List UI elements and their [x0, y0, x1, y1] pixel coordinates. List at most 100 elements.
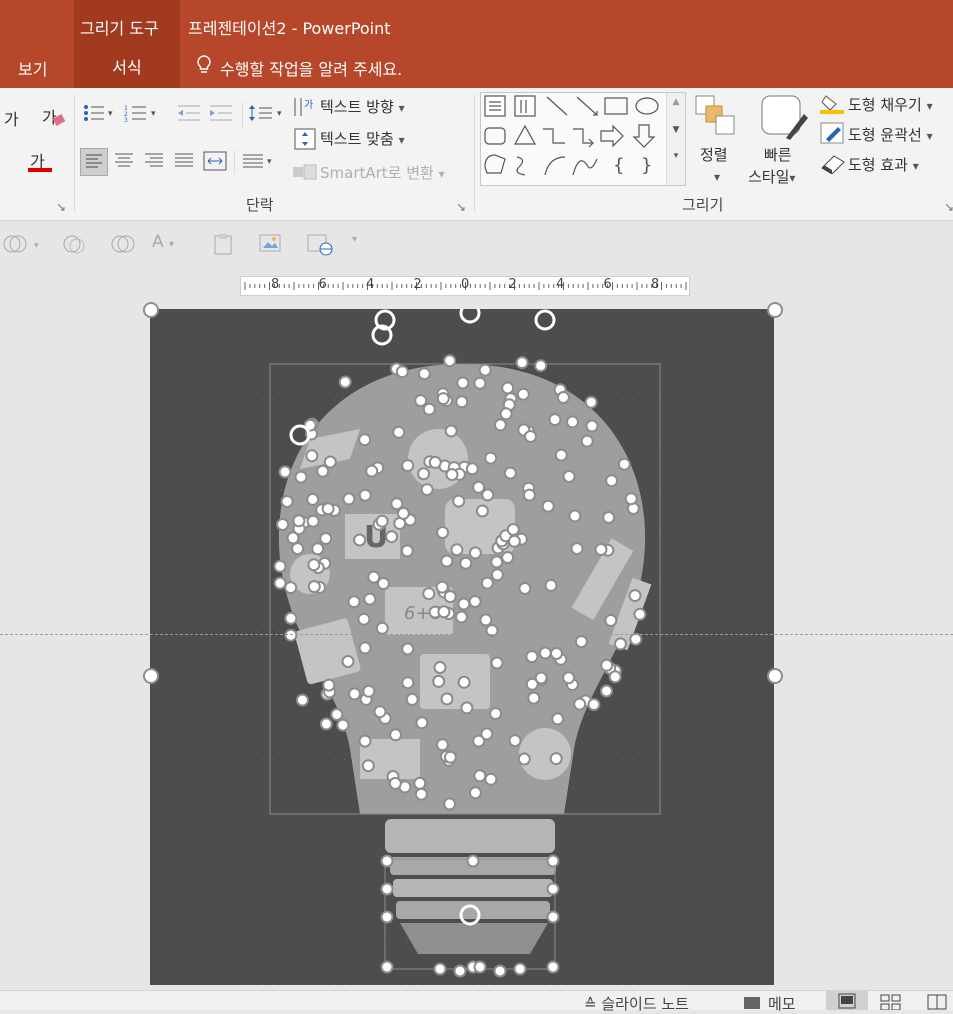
shape-handle[interactable] — [330, 708, 344, 721]
normal-view-button[interactable] — [826, 991, 868, 1010]
shape-handle[interactable] — [490, 568, 504, 582]
shape-outline-button[interactable]: 도형 윤곽선 ▾ — [848, 124, 933, 145]
shape-handle[interactable] — [276, 518, 290, 531]
shape-handle[interactable] — [503, 466, 517, 480]
shape-handle[interactable] — [556, 391, 570, 404]
shape-handle[interactable] — [614, 637, 627, 651]
tab-view[interactable]: 보기 — [18, 56, 47, 80]
shape-handle[interactable] — [380, 960, 394, 974]
align-right-icon[interactable] — [142, 148, 166, 178]
resize-handle-middle-right[interactable] — [767, 668, 783, 684]
shape-handle[interactable] — [507, 534, 521, 548]
shape-handle[interactable] — [546, 854, 560, 868]
shape-handle[interactable] — [550, 647, 563, 660]
shape-handle[interactable] — [414, 394, 428, 408]
shape-handle[interactable] — [437, 605, 451, 619]
shape-handle[interactable] — [534, 359, 548, 373]
shape-handle[interactable] — [534, 671, 548, 685]
font-size-sample[interactable]: 가 — [4, 106, 19, 130]
shape-handle[interactable] — [316, 464, 330, 478]
shape-handle[interactable] — [373, 705, 387, 719]
customize-dropdown-icon[interactable]: ▾ — [352, 234, 357, 245]
shape-handle[interactable] — [515, 356, 529, 370]
shape-handle[interactable] — [566, 415, 579, 429]
shape-handle[interactable] — [617, 457, 631, 471]
shape-handle[interactable] — [600, 684, 613, 698]
shape-handle[interactable] — [608, 670, 622, 684]
shape-handle[interactable] — [600, 658, 614, 672]
shape-handle[interactable] — [348, 687, 361, 701]
shape-handle[interactable] — [286, 531, 300, 545]
shape-handle[interactable] — [468, 546, 482, 560]
shape-handle[interactable] — [306, 492, 320, 506]
shape-handle[interactable] — [400, 544, 414, 558]
shape-handle[interactable] — [548, 413, 562, 427]
shape-handle[interactable] — [433, 661, 447, 674]
shape-handle[interactable] — [562, 671, 576, 685]
shape-handle[interactable] — [440, 692, 454, 706]
shape-handle[interactable] — [457, 675, 471, 689]
shape-handle[interactable] — [465, 462, 479, 476]
shape-handle[interactable] — [284, 611, 298, 625]
tell-me-box[interactable]: 수행할 작업을 알려 주세요. — [220, 56, 402, 80]
comments-button[interactable]: 메모 — [768, 993, 796, 1014]
lightbulb-illustration[interactable]: 6+8 U — [150, 309, 774, 985]
shape-handle[interactable] — [459, 556, 473, 570]
shape-handle[interactable] — [516, 387, 530, 401]
resize-handle-top-right[interactable] — [767, 302, 783, 318]
shape-handle[interactable] — [570, 542, 584, 556]
shape-handle[interactable] — [307, 558, 321, 572]
shape-handle[interactable] — [405, 692, 419, 706]
shape-handle[interactable] — [527, 691, 541, 705]
shape-handle[interactable] — [443, 354, 457, 368]
shape-handle[interactable] — [602, 511, 616, 524]
shape-handle[interactable] — [624, 492, 638, 506]
convert-smartart-button[interactable]: SmartArt로 변환 ▾ — [320, 162, 445, 183]
shape-handle[interactable] — [319, 717, 333, 731]
shape-handle[interactable] — [517, 752, 531, 766]
bullets-icon[interactable]: ▾ — [82, 104, 116, 126]
shape-handle[interactable] — [414, 787, 428, 801]
shape-handle[interactable] — [524, 430, 537, 443]
resize-handle-middle-left[interactable] — [143, 668, 159, 684]
paragraph-dialog-launcher-icon[interactable]: ↘ — [456, 200, 466, 214]
reading-view-icon[interactable] — [924, 993, 950, 1010]
decrease-indent-icon[interactable] — [176, 104, 202, 126]
shape-handle[interactable] — [484, 772, 498, 786]
shape-handle[interactable] — [475, 504, 489, 518]
shape-handle[interactable] — [508, 734, 522, 748]
shape-effects-button[interactable]: 도형 효과 ▾ — [848, 154, 919, 175]
shape-handle[interactable] — [450, 543, 464, 557]
shape-handle[interactable] — [401, 676, 415, 690]
shape-handle[interactable] — [358, 641, 372, 655]
shape-handle[interactable] — [493, 964, 507, 978]
shape-handle[interactable] — [445, 468, 459, 482]
shape-handle[interactable] — [501, 381, 515, 395]
shape-handle[interactable] — [358, 488, 372, 502]
shape-handle[interactable] — [456, 376, 470, 390]
shape-handle[interactable] — [322, 678, 336, 692]
shape-handle[interactable] — [284, 581, 298, 595]
shape-handle[interactable] — [481, 488, 495, 502]
columns-icon[interactable]: ▾ — [240, 148, 276, 178]
shape-handle[interactable] — [457, 597, 471, 611]
shape-handle[interactable] — [358, 433, 372, 447]
font-dialog-launcher-icon[interactable]: ↘ — [56, 200, 66, 214]
shape-handle[interactable] — [633, 607, 647, 621]
shape-handle[interactable] — [365, 464, 379, 478]
shape-handle[interactable] — [453, 964, 467, 978]
shape-handle[interactable] — [422, 587, 436, 601]
shape-handle[interactable] — [506, 523, 520, 536]
online-picture-icon[interactable] — [306, 232, 334, 256]
rotate-handle-icon[interactable] — [534, 309, 556, 331]
shape-handle[interactable] — [358, 734, 372, 748]
shape-handle[interactable] — [460, 701, 474, 715]
shape-handle[interactable] — [401, 642, 415, 656]
shape-handle[interactable] — [468, 786, 482, 800]
shape-handle[interactable] — [435, 580, 449, 594]
shape-handle[interactable] — [307, 580, 321, 594]
shape-handle[interactable] — [629, 632, 643, 646]
shape-handle[interactable] — [395, 365, 409, 379]
shape-handle[interactable] — [546, 960, 560, 974]
shape-handle[interactable] — [594, 543, 608, 556]
